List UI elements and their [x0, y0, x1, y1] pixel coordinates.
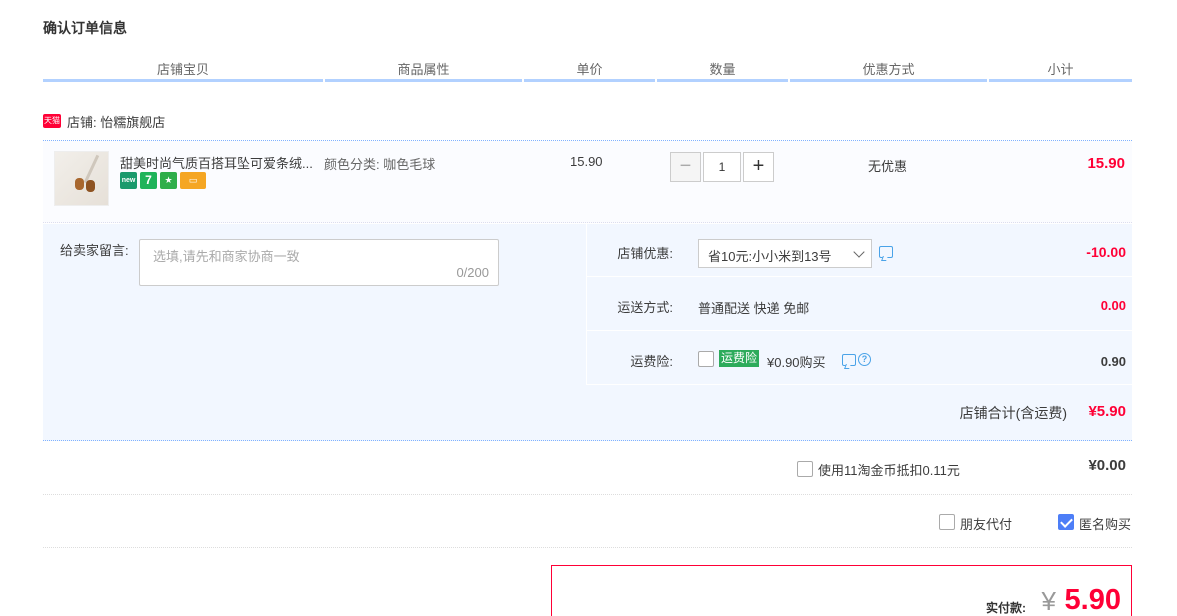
product-thumbnail[interactable] [54, 151, 109, 206]
payment-amount: 5.90 [1064, 584, 1121, 616]
shipping-row: 运送方式: 普通配送 快递 免邮 0.00 [587, 278, 1132, 331]
product-title-link[interactable]: 甜美时尚气质百搭耳坠可爱条绒... [120, 153, 320, 172]
column-header-shop-item: 店铺宝贝 [43, 62, 323, 82]
insurance-checkbox[interactable] [698, 351, 714, 367]
shop-name-link[interactable]: 店铺: 怡糯旗舰店 [67, 112, 165, 131]
insurance-label: 运费险: [630, 354, 673, 369]
shop-total-label: 店铺合计(含运费) [959, 405, 1067, 421]
payment-summary-box: 实付款: ¥ 5.90 [551, 565, 1132, 616]
column-header-subtotal: 小计 [989, 62, 1132, 82]
quantity-decrease-button[interactable]: − [670, 152, 701, 182]
chevron-down-icon [853, 246, 865, 258]
message-char-count: 0/200 [456, 265, 489, 280]
shop-total-value: ¥5.90 [1088, 403, 1126, 420]
order-options-panel: 店铺优惠: 省10元:小小米到13号 -10.00 运送方式: 普通配送 快递 … [587, 224, 1132, 385]
item-subtotal: 15.90 [1087, 155, 1125, 172]
shipping-method: 普通配送 快递 免邮 [698, 301, 810, 316]
shop-discount-selected: 省10元:小小米到13号 [708, 249, 832, 264]
quantity-input[interactable]: 1 [703, 152, 741, 182]
new-icon[interactable]: new [120, 172, 137, 189]
product-attribute: 颜色分类: 咖色毛球 [324, 157, 436, 172]
shop-discount-select[interactable]: 省10元:小小米到13号 [698, 239, 872, 268]
insurance-row: 运费险: 运费险 ¥0.90购买 ? 0.90 [587, 332, 1132, 385]
quantity-increase-button[interactable]: + [743, 152, 774, 182]
chat-icon[interactable] [879, 246, 893, 258]
seven-day-return-icon[interactable]: 7 [140, 172, 157, 189]
insurance-price-text: ¥0.90购买 [767, 355, 826, 370]
insurance-value: 0.90 [1100, 354, 1126, 369]
anonymous-label[interactable]: 匿名购买 [1079, 514, 1131, 533]
chat-icon[interactable] [842, 354, 856, 366]
taobao-coin-checkbox[interactable] [797, 461, 813, 477]
shop-row: 天猫 店铺: 怡糯旗舰店 [43, 112, 165, 130]
column-header-quantity: 数量 [657, 62, 788, 82]
shop-discount-label: 店铺优惠: [617, 246, 673, 261]
taobao-coin-value: ¥0.00 [1088, 457, 1126, 474]
unit-price: 15.90 [570, 154, 603, 169]
page-title: 确认订单信息 [43, 20, 127, 36]
tmall-icon: 天猫 [43, 114, 61, 128]
shipping-label: 运送方式: [617, 300, 673, 315]
quantity-stepper: − 1 + [670, 152, 774, 182]
column-header-attributes: 商品属性 [325, 62, 522, 82]
insurance-tag: 运费险 [719, 350, 760, 367]
taobao-coin-row: 使用11淘金币抵扣0.11元 ¥0.00 [43, 442, 1132, 495]
shipping-value: 0.00 [1100, 298, 1126, 313]
seller-message-label: 给卖家留言: [60, 243, 129, 258]
item-discount: 无优惠 [868, 159, 908, 174]
seller-message-input[interactable]: 选填,请先和商家协商一致 0/200 [139, 239, 499, 286]
column-header-unit-price: 单价 [524, 62, 655, 82]
help-icon[interactable]: ? [858, 353, 871, 366]
payment-label: 实付款: [986, 601, 1026, 615]
currency-symbol: ¥ [1041, 586, 1056, 616]
shop-discount-value: -10.00 [1086, 244, 1126, 260]
friend-pay-checkbox[interactable] [939, 514, 955, 530]
shop-discount-row: 店铺优惠: 省10元:小小米到13号 -10.00 [587, 224, 1132, 277]
credit-card-icon[interactable]: ▭ [180, 172, 206, 189]
column-header-discount: 优惠方式 [790, 62, 987, 82]
order-detail-panel: 给卖家留言: 选填,请先和商家协商一致 0/200 店铺优惠: 省10元:小小米… [43, 224, 1132, 441]
seller-message-placeholder: 选填,请先和商家协商一致 [153, 249, 300, 264]
friend-pay-label[interactable]: 朋友代付 [960, 514, 1012, 533]
service-icons: new 7 ★ ▭ [120, 172, 206, 189]
taobao-coin-text: 使用11淘金币抵扣0.11元 [818, 463, 960, 478]
anonymous-checkbox[interactable] [1058, 514, 1074, 530]
payment-options-row: 朋友代付 匿名购买 [43, 496, 1132, 548]
guarantee-icon[interactable]: ★ [160, 172, 177, 189]
order-item-row: 甜美时尚气质百搭耳坠可爱条绒... new 7 ★ ▭ 颜色分类: 咖色毛球 1… [43, 141, 1132, 223]
